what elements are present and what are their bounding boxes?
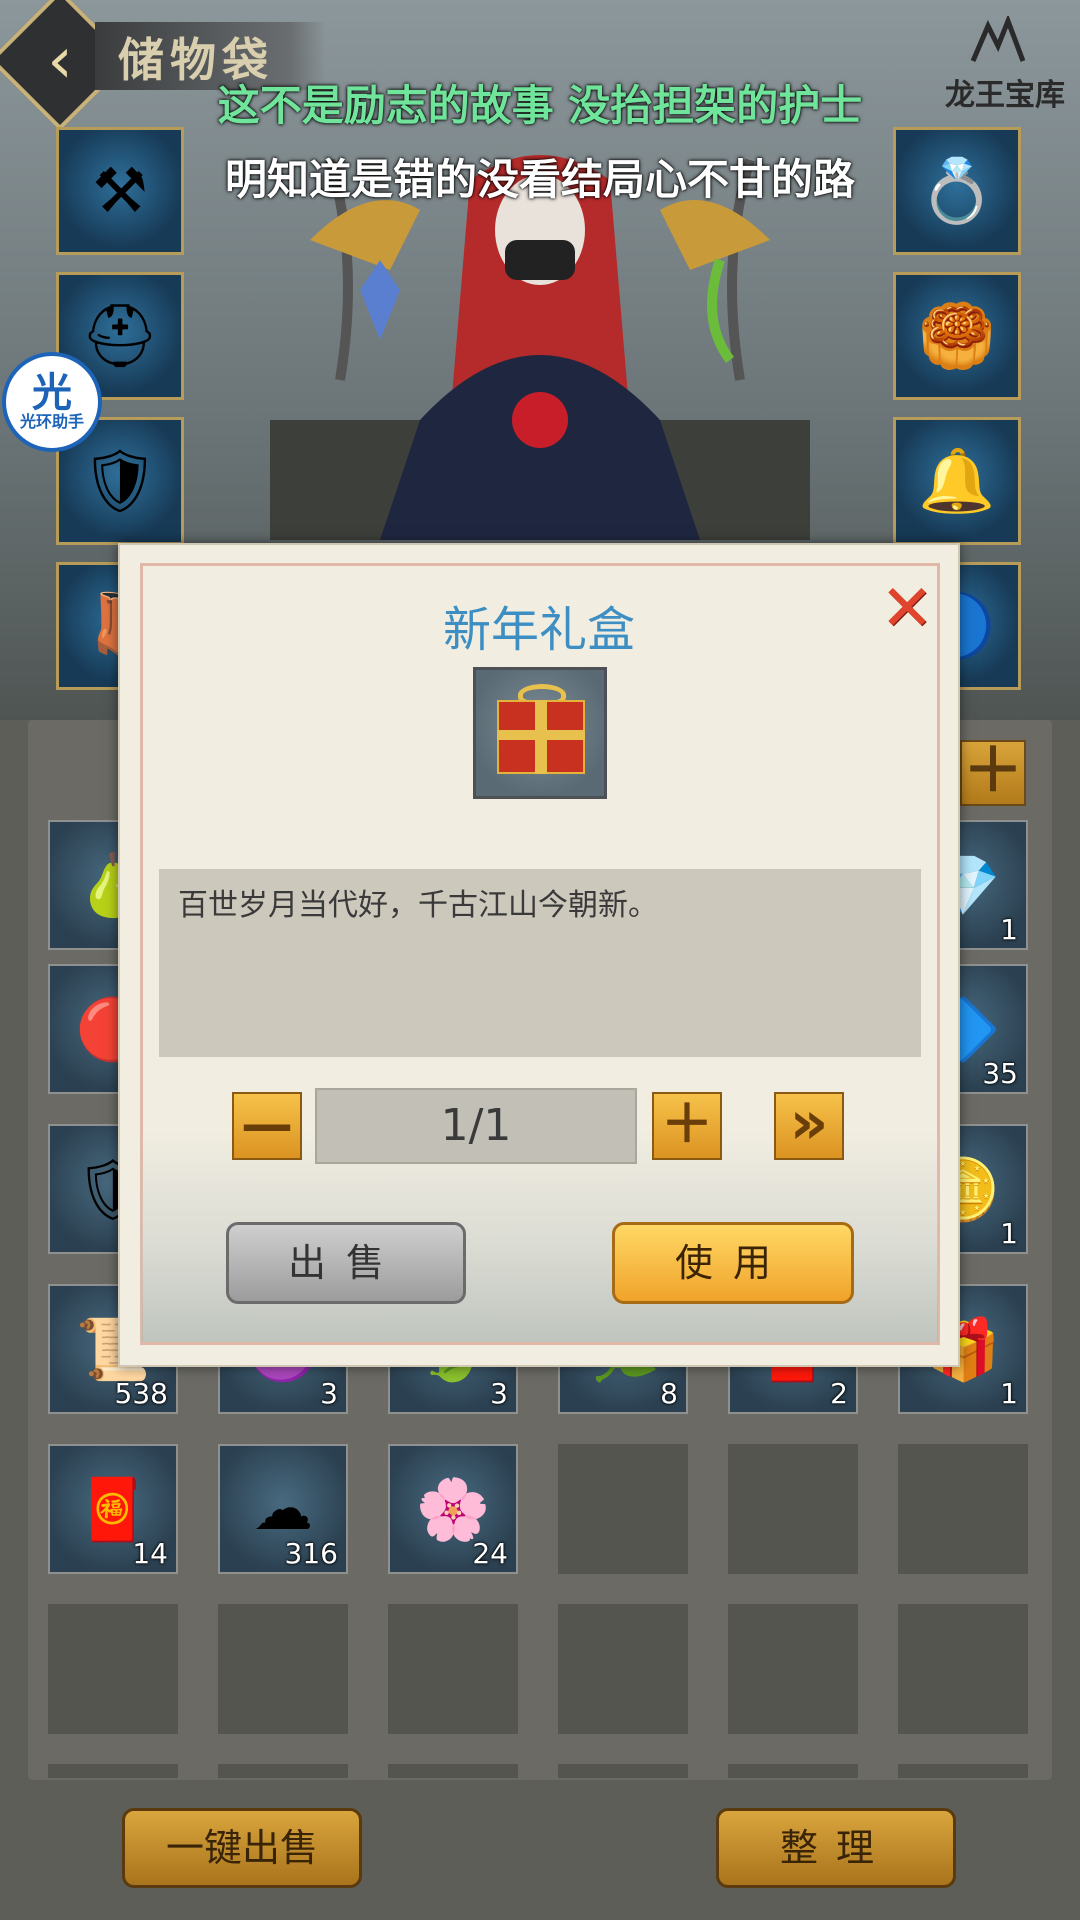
increase-quantity-button[interactable]: ＋ [652,1092,722,1160]
inventory-slot-empty[interactable] [728,1764,858,1778]
inventory-slot-empty[interactable] [48,1764,178,1778]
inventory-slot-empty[interactable] [558,1764,688,1778]
item-count: 8 [660,1377,678,1410]
jade-pendant-icon: 🥮 [918,299,996,372]
item-count: 1 [1000,913,1018,946]
expand-bag-button[interactable]: ＋ [960,740,1026,806]
sell-button[interactable]: 出售 [226,1222,466,1304]
item-count: 14 [132,1537,168,1570]
assistant-label: 光环助手 [19,412,84,431]
organize-button[interactable]: 整理 [716,1808,956,1888]
equip-slot-left-1[interactable]: ⚒ [56,127,184,255]
quantity-field[interactable]: 1/1 [315,1088,637,1164]
assistant-logo-icon: 光 [32,370,72,416]
equip-slot-right-1[interactable]: 💍 [893,127,1021,255]
inventory-slot-empty[interactable] [898,1764,1028,1778]
close-icon[interactable]: ✕ [878,577,936,641]
inventory-slot-empty[interactable] [218,1604,348,1734]
equip-slot-right-2[interactable]: 🥮 [893,272,1021,400]
inventory-slot-empty[interactable] [218,1764,348,1778]
item-count: 538 [114,1377,168,1410]
inventory-slot-empty[interactable] [388,1604,518,1734]
ring-icon: 💍 [918,154,996,227]
item-count: 2 [830,1377,848,1410]
item-count: 1 [1000,1217,1018,1250]
dialog-title: 新年礼盒 [442,602,635,658]
item-description: 百世岁月当代好，千古江山今朝新。 [178,888,658,923]
assistant-floating-button[interactable]: 光 光环助手 [2,352,102,452]
inventory-slot-empty[interactable] [388,1764,518,1778]
inventory-slot-empty[interactable] [898,1604,1028,1734]
dragon-logo-icon [970,16,1026,62]
item-count: 1 [1000,1377,1018,1410]
item-count: 35 [982,1057,1018,1090]
item-count: 316 [284,1537,338,1570]
item-count: 24 [472,1537,508,1570]
armor-icon: 🛡 [80,444,160,517]
lyric-line-1: 这不是励志的故事 没抬担架的护士 [217,81,863,130]
inventory-slot-empty[interactable] [728,1444,858,1574]
gift-ribbon [497,730,585,740]
bracer-icon: ⚒ [92,154,148,227]
gold-ring-icon: 🔔 [918,444,996,517]
inventory-slot-empty[interactable] [558,1444,688,1574]
inventory-slot-empty[interactable] [728,1604,858,1734]
inventory-slot-empty[interactable] [48,1604,178,1734]
inventory-slot-empty[interactable] [898,1444,1028,1574]
item-count: 3 [320,1377,338,1410]
inventory-slot-empty[interactable] [558,1604,688,1734]
inventory-slot[interactable]: 🧧 14 [48,1444,178,1574]
equip-slot-right-3[interactable]: 🔔 [893,417,1021,545]
decrease-quantity-button[interactable]: — [232,1092,302,1160]
inventory-slot[interactable]: ☁ 316 [218,1444,348,1574]
use-button[interactable]: 使用 [612,1222,854,1304]
max-quantity-button[interactable]: » [774,1092,844,1160]
inventory-slot[interactable]: 🌸 24 [388,1444,518,1574]
sell-all-button[interactable]: 一键出售 [122,1808,362,1888]
item-count: 3 [490,1377,508,1410]
helmet-icon: ⛑ [80,299,160,372]
